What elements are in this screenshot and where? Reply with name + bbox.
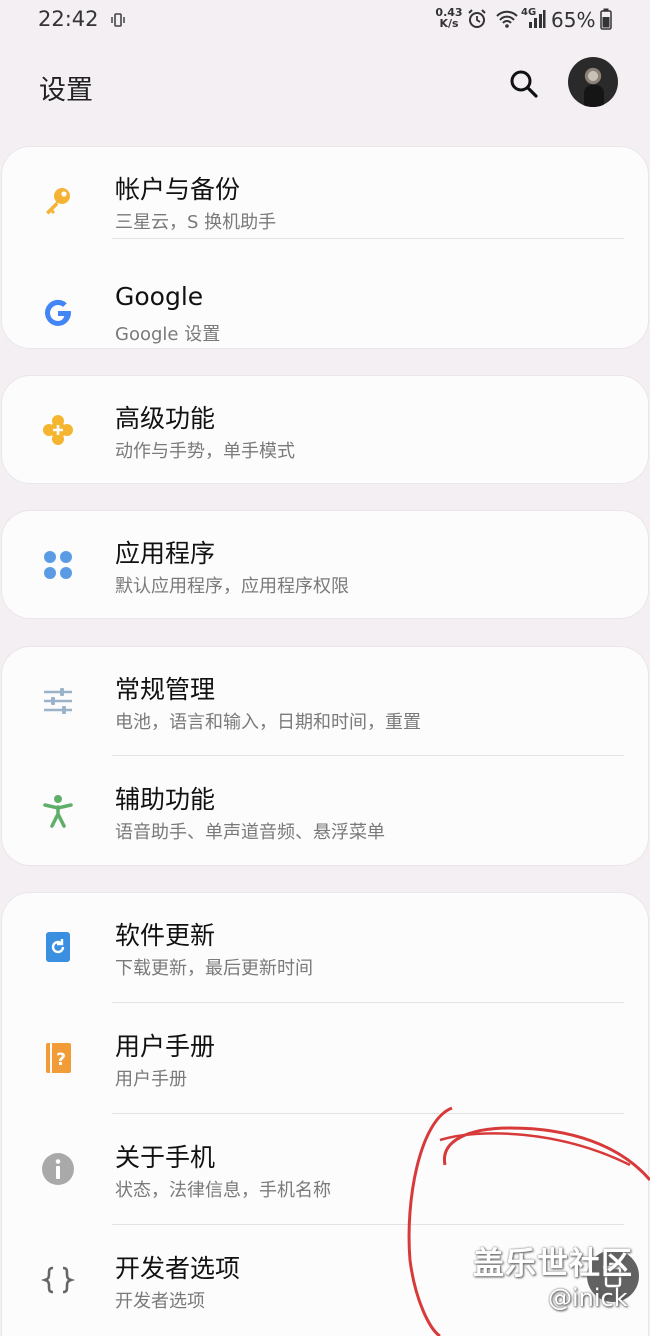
net-speed-unit: K/s	[439, 17, 459, 30]
setting-subtitle: 电池，语言和输入，日期和时间，重置	[115, 712, 421, 733]
setting-title: Google	[115, 282, 204, 311]
settings-card-accounts: 帐户与备份 三星云，S 换机助手 Google Google 设置	[2, 147, 648, 348]
watermark-user: @inick	[548, 1284, 628, 1312]
setting-subtitle: 三星云，S 换机助手	[115, 212, 277, 233]
key-icon	[46, 188, 70, 215]
setting-title: 应用程序	[115, 539, 216, 568]
setting-item-apps[interactable]: 应用程序 默认应用程序，应用程序权限	[2, 509, 648, 620]
setting-subtitle: 下载更新，最后更新时间	[115, 958, 313, 979]
google-icon	[45, 299, 71, 326]
settings-header: 设置	[0, 52, 650, 116]
alarm-icon	[468, 9, 486, 28]
accessibility-icon	[43, 795, 73, 828]
setting-subtitle: 状态，法律信息，手机名称	[115, 1180, 331, 1201]
advanced-features-icon	[43, 415, 73, 445]
sliders-icon	[44, 688, 72, 714]
settings-card-general: 常规管理 电池，语言和输入，日期和时间，重置 辅助功能 语音助手、单声道音频、悬…	[2, 647, 648, 865]
setting-subtitle: 开发者选项	[115, 1291, 205, 1312]
apps-icon	[44, 551, 72, 579]
battery-percent: 65%	[551, 8, 596, 32]
setting-subtitle: Google 设置	[115, 324, 221, 345]
developer-braces-icon	[40, 1266, 76, 1294]
user-manual-icon: ?	[46, 1043, 71, 1073]
settings-card-advanced: 高级功能 动作与手势，单手模式	[2, 376, 648, 483]
status-bar: 22:42 0.43 K/s 4G 65%	[0, 0, 650, 40]
page-title: 设置	[39, 75, 93, 106]
net-speed: 0.43 K/s	[435, 7, 463, 29]
divider	[112, 238, 624, 239]
search-button[interactable]	[506, 66, 542, 102]
wifi-icon	[496, 10, 518, 28]
setting-item-about-phone[interactable]: 关于手机 状态，法律信息，手机名称	[2, 1113, 648, 1224]
setting-subtitle: 语音助手、单声道音频、悬浮菜单	[115, 822, 385, 843]
setting-title: 帐户与备份	[115, 175, 241, 204]
watermark-site: 盖乐世社区	[473, 1246, 633, 1282]
settings-card-apps: 应用程序 默认应用程序，应用程序权限	[2, 511, 648, 618]
setting-subtitle: 用户手册	[115, 1069, 187, 1090]
setting-item-software-update[interactable]: 软件更新 下载更新，最后更新时间	[2, 891, 648, 1002]
status-time: 22:42	[38, 7, 99, 31]
setting-title: 高级功能	[115, 404, 216, 433]
setting-title: 用户手册	[115, 1032, 216, 1061]
setting-title: 软件更新	[115, 921, 216, 950]
setting-subtitle: 动作与手势，单手模式	[115, 441, 295, 462]
signal-icon	[529, 10, 546, 28]
setting-subtitle: 默认应用程序，应用程序权限	[115, 576, 349, 597]
svg-text:?: ?	[56, 1050, 66, 1070]
setting-item-advanced-features[interactable]: 高级功能 动作与手势，单手模式	[2, 374, 648, 485]
avatar[interactable]	[568, 57, 618, 107]
setting-item-accessibility[interactable]: 辅助功能 语音助手、单声道音频、悬浮菜单	[2, 755, 648, 866]
search-icon	[510, 70, 538, 98]
vibrate-icon	[111, 13, 125, 27]
setting-item-user-manual[interactable]: ? 用户手册 用户手册	[2, 1002, 648, 1113]
setting-item-accounts-backup[interactable]: 帐户与备份 三星云，S 换机助手	[2, 145, 648, 256]
setting-title: 关于手机	[115, 1143, 216, 1172]
setting-item-google[interactable]: Google Google 设置	[2, 257, 648, 368]
setting-title: 常规管理	[115, 675, 216, 704]
info-icon	[42, 1153, 74, 1185]
setting-item-general-management[interactable]: 常规管理 电池，语言和输入，日期和时间，重置	[2, 645, 648, 756]
setting-title: 辅助功能	[115, 785, 216, 814]
software-update-icon	[46, 932, 70, 962]
battery-icon	[600, 8, 612, 30]
setting-title: 开发者选项	[115, 1254, 241, 1283]
